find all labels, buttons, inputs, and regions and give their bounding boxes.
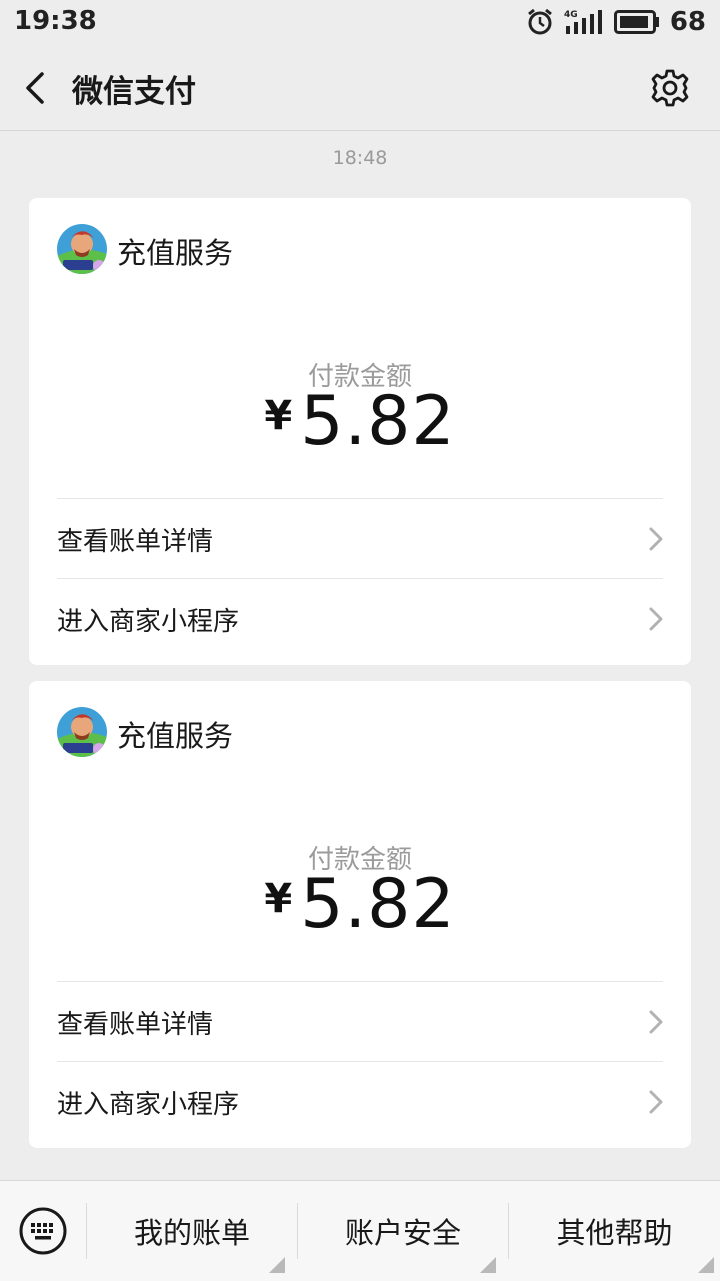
- tab-label: 其他帮助: [556, 1216, 673, 1250]
- alarm-icon: [527, 8, 552, 35]
- status-bar: 19:38 4G 68: [0, 0, 720, 44]
- merchant-name: 充值服务: [117, 236, 234, 270]
- submenu-indicator: [269, 1257, 285, 1273]
- bottom-menu-bar: 我的账单 账户安全 其他帮助: [0, 1180, 720, 1281]
- row-label: 进入商家小程序: [57, 607, 240, 637]
- amount-value: 5.82: [300, 382, 456, 461]
- payment-card: 充值服务 付款金额 ¥5.82 查看账单详情 进入商家小程序: [29, 198, 691, 665]
- tab-other-help[interactable]: 其他帮助: [509, 1181, 720, 1281]
- tab-my-bills[interactable]: 我的账单: [87, 1181, 297, 1281]
- battery-icon: [613, 10, 659, 34]
- open-mini-program-row[interactable]: 进入商家小程序: [57, 1061, 663, 1142]
- currency-symbol: ¥: [264, 876, 293, 922]
- status-icons: 4G 68: [526, 6, 706, 38]
- view-bill-details-row[interactable]: 查看账单详情: [57, 981, 663, 1062]
- signal-icon: 4G: [564, 10, 602, 34]
- payment-amount: ¥5.82: [29, 384, 691, 477]
- battery-level: 68: [669, 7, 706, 37]
- row-label: 进入商家小程序: [57, 1090, 240, 1120]
- view-bill-details-row[interactable]: 查看账单详情: [57, 498, 663, 579]
- payment-amount: ¥5.82: [29, 867, 691, 960]
- chevron-right-icon: [649, 527, 663, 551]
- submenu-indicator: [698, 1257, 714, 1273]
- page-title: 微信支付: [72, 74, 196, 110]
- tab-label: 账户安全: [344, 1216, 461, 1250]
- open-mini-program-row[interactable]: 进入商家小程序: [57, 578, 663, 659]
- chevron-right-icon: [649, 607, 663, 631]
- tab-label: 我的账单: [133, 1216, 250, 1250]
- row-label: 查看账单详情: [57, 527, 214, 557]
- merchant-avatar: [57, 224, 107, 274]
- keyboard-icon[interactable]: [18, 1206, 68, 1256]
- payment-card: 充值服务 付款金额 ¥5.82 查看账单详情 进入商家小程序: [29, 681, 691, 1148]
- amount-value: 5.82: [300, 865, 456, 944]
- tab-account-security[interactable]: 账户安全: [298, 1181, 508, 1281]
- nav-bar: 微信支付: [0, 44, 720, 131]
- gear-icon[interactable]: [650, 68, 690, 108]
- message-timestamp: 18:48: [332, 147, 388, 169]
- merchant-avatar: [57, 707, 107, 757]
- network-label: 4G: [564, 10, 578, 20]
- currency-symbol: ¥: [264, 393, 293, 439]
- chevron-right-icon: [649, 1010, 663, 1034]
- row-label: 查看账单详情: [57, 1010, 214, 1040]
- merchant-name: 充值服务: [117, 719, 234, 753]
- status-time: 19:38: [14, 6, 97, 36]
- back-icon[interactable]: [20, 68, 52, 108]
- submenu-indicator: [480, 1257, 496, 1273]
- chevron-right-icon: [649, 1090, 663, 1114]
